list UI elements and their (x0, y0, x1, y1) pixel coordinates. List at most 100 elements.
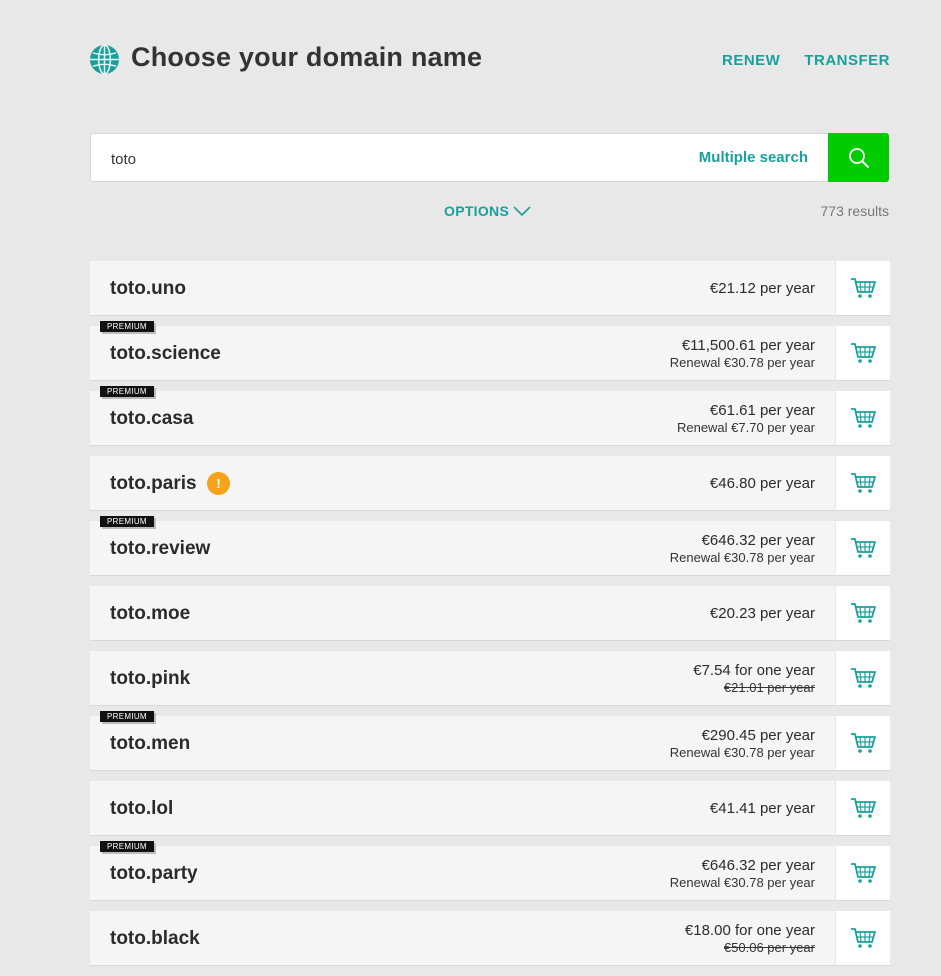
original-price: €50.06 per year (723, 940, 815, 955)
domain-row-info[interactable]: toto.paris ! €46.80 per year (90, 456, 835, 511)
price: €21.12 per year (709, 280, 815, 297)
domain-row-info[interactable]: PREMIUM toto.men €290.45 per year Renewa… (90, 711, 835, 771)
domain-row-info[interactable]: toto.black €18.00 for one year €50.06 pe… (90, 911, 835, 966)
domain-row-info[interactable]: PREMIUM toto.party €646.32 per year Rene… (90, 841, 835, 901)
domain-name: toto.paris (110, 473, 197, 494)
cart-icon (851, 408, 876, 428)
add-to-cart-button[interactable] (836, 846, 890, 901)
cart-icon (851, 603, 876, 623)
domain-name: toto.uno (110, 278, 186, 299)
domain-row: toto.uno €21.12 per year (90, 261, 890, 316)
price: €290.45 per year (701, 727, 815, 744)
domain-row: toto.paris ! €46.80 per year (90, 456, 890, 511)
price: €18.00 for one year (684, 922, 815, 939)
cart-icon (851, 473, 876, 493)
add-to-cart-button[interactable] (836, 261, 890, 316)
price: €646.32 per year (701, 857, 815, 874)
domain-row-info[interactable]: toto.lol €41.41 per year (90, 781, 835, 836)
renewal-price: Renewal €30.78 per year (669, 745, 815, 760)
search-icon (848, 147, 869, 168)
add-to-cart-button[interactable] (836, 456, 890, 511)
add-to-cart-button[interactable] (836, 521, 890, 576)
price-block: €18.00 for one year €50.06 per year (685, 911, 815, 966)
price-block: €21.12 per year (710, 261, 815, 316)
add-to-cart-button[interactable] (836, 911, 890, 966)
cart-icon (851, 863, 876, 883)
premium-badge: PREMIUM (100, 516, 154, 527)
price-block: €41.41 per year (710, 781, 815, 836)
add-to-cart-button[interactable] (836, 586, 890, 641)
domain-name: toto.moe (110, 603, 191, 624)
domain-row: toto.lol €41.41 per year (90, 781, 890, 836)
warning-icon[interactable]: ! (207, 472, 230, 495)
price-block: €7.54 for one year €21.01 per year (693, 651, 815, 706)
price-block: €646.32 per year Renewal €30.78 per year (670, 846, 815, 901)
renewal-price: Renewal €7.70 per year (676, 420, 815, 435)
domain-name: toto.party (110, 863, 198, 884)
options-toggle[interactable]: OPTIONS (444, 203, 531, 219)
domain-results-list: toto.uno €21.12 per year PREMIUM toto.sc… (90, 261, 890, 976)
header-nav: RENEW TRANSFER (722, 52, 890, 69)
domain-search-input[interactable] (109, 146, 673, 172)
domain-name: toto.black (110, 928, 200, 949)
price: €7.54 for one year (693, 662, 815, 679)
domain-row: PREMIUM toto.science €11,500.61 per year… (90, 321, 890, 381)
price-block: €20.23 per year (710, 586, 815, 641)
domain-row-info[interactable]: PREMIUM toto.casa €61.61 per year Renewa… (90, 386, 835, 446)
domain-row-info[interactable]: PREMIUM toto.review €646.32 per year Ren… (90, 516, 835, 576)
renewal-price: Renewal €30.78 per year (669, 875, 815, 890)
price: €20.23 per year (709, 605, 815, 622)
domain-row: PREMIUM toto.men €290.45 per year Renewa… (90, 711, 890, 771)
domain-name: toto.casa (110, 408, 194, 429)
price-block: €61.61 per year Renewal €7.70 per year (677, 391, 815, 446)
domain-row-info[interactable]: toto.pink €7.54 for one year €21.01 per … (90, 651, 835, 706)
options-label: OPTIONS (444, 203, 510, 219)
price-block: €46.80 per year (710, 456, 815, 511)
price-block: €11,500.61 per year Renewal €30.78 per y… (670, 326, 815, 381)
multiple-search-link[interactable]: Multiple search (699, 149, 808, 166)
price: €41.41 per year (709, 800, 815, 817)
domain-row: toto.black €18.00 for one year €50.06 pe… (90, 911, 890, 966)
price: €61.61 per year (709, 402, 815, 419)
search-button[interactable] (828, 133, 889, 182)
domain-row: PREMIUM toto.party €646.32 per year Rene… (90, 841, 890, 901)
domain-row-info[interactable]: toto.moe €20.23 per year (90, 586, 835, 641)
cart-icon (851, 278, 876, 298)
domain-name: toto.review (110, 538, 211, 559)
domain-name: toto.science (110, 343, 221, 364)
premium-badge: PREMIUM (100, 841, 154, 852)
domain-row: PREMIUM toto.casa €61.61 per year Renewa… (90, 386, 890, 446)
renewal-price: Renewal €30.78 per year (669, 550, 815, 565)
add-to-cart-button[interactable] (836, 781, 890, 836)
price-block: €290.45 per year Renewal €30.78 per year (670, 716, 815, 771)
cart-icon (851, 343, 876, 363)
domain-name: toto.lol (110, 798, 174, 819)
page-title: Choose your domain name (131, 42, 483, 72)
cart-icon (851, 798, 876, 818)
renewal-price: Renewal €30.78 per year (669, 355, 815, 370)
domain-row-info[interactable]: PREMIUM toto.science €11,500.61 per year… (90, 321, 835, 381)
globe-icon (89, 44, 120, 75)
results-count: 773 results (820, 203, 889, 219)
chevron-down-icon (513, 205, 531, 216)
renew-link[interactable]: RENEW (722, 52, 780, 69)
original-price: €21.01 per year (723, 680, 815, 695)
add-to-cart-button[interactable] (836, 651, 890, 706)
price-block: €646.32 per year Renewal €30.78 per year (670, 521, 815, 576)
add-to-cart-button[interactable] (836, 716, 890, 771)
page-header: Choose your domain name RENEW TRANSFER (89, 40, 890, 80)
add-to-cart-button[interactable] (836, 391, 890, 446)
domain-row: toto.moe €20.23 per year (90, 586, 890, 641)
cart-icon (851, 733, 876, 753)
domain-row-info[interactable]: toto.uno €21.12 per year (90, 261, 835, 316)
cart-icon (851, 538, 876, 558)
price: €46.80 per year (709, 475, 815, 492)
transfer-link[interactable]: TRANSFER (804, 52, 890, 69)
add-to-cart-button[interactable] (836, 326, 890, 381)
price: €646.32 per year (701, 532, 815, 549)
price: €11,500.61 per year (681, 337, 815, 354)
cart-icon (851, 928, 876, 948)
premium-badge: PREMIUM (100, 321, 154, 332)
domain-row: PREMIUM toto.review €646.32 per year Ren… (90, 516, 890, 576)
cart-icon (851, 668, 876, 688)
